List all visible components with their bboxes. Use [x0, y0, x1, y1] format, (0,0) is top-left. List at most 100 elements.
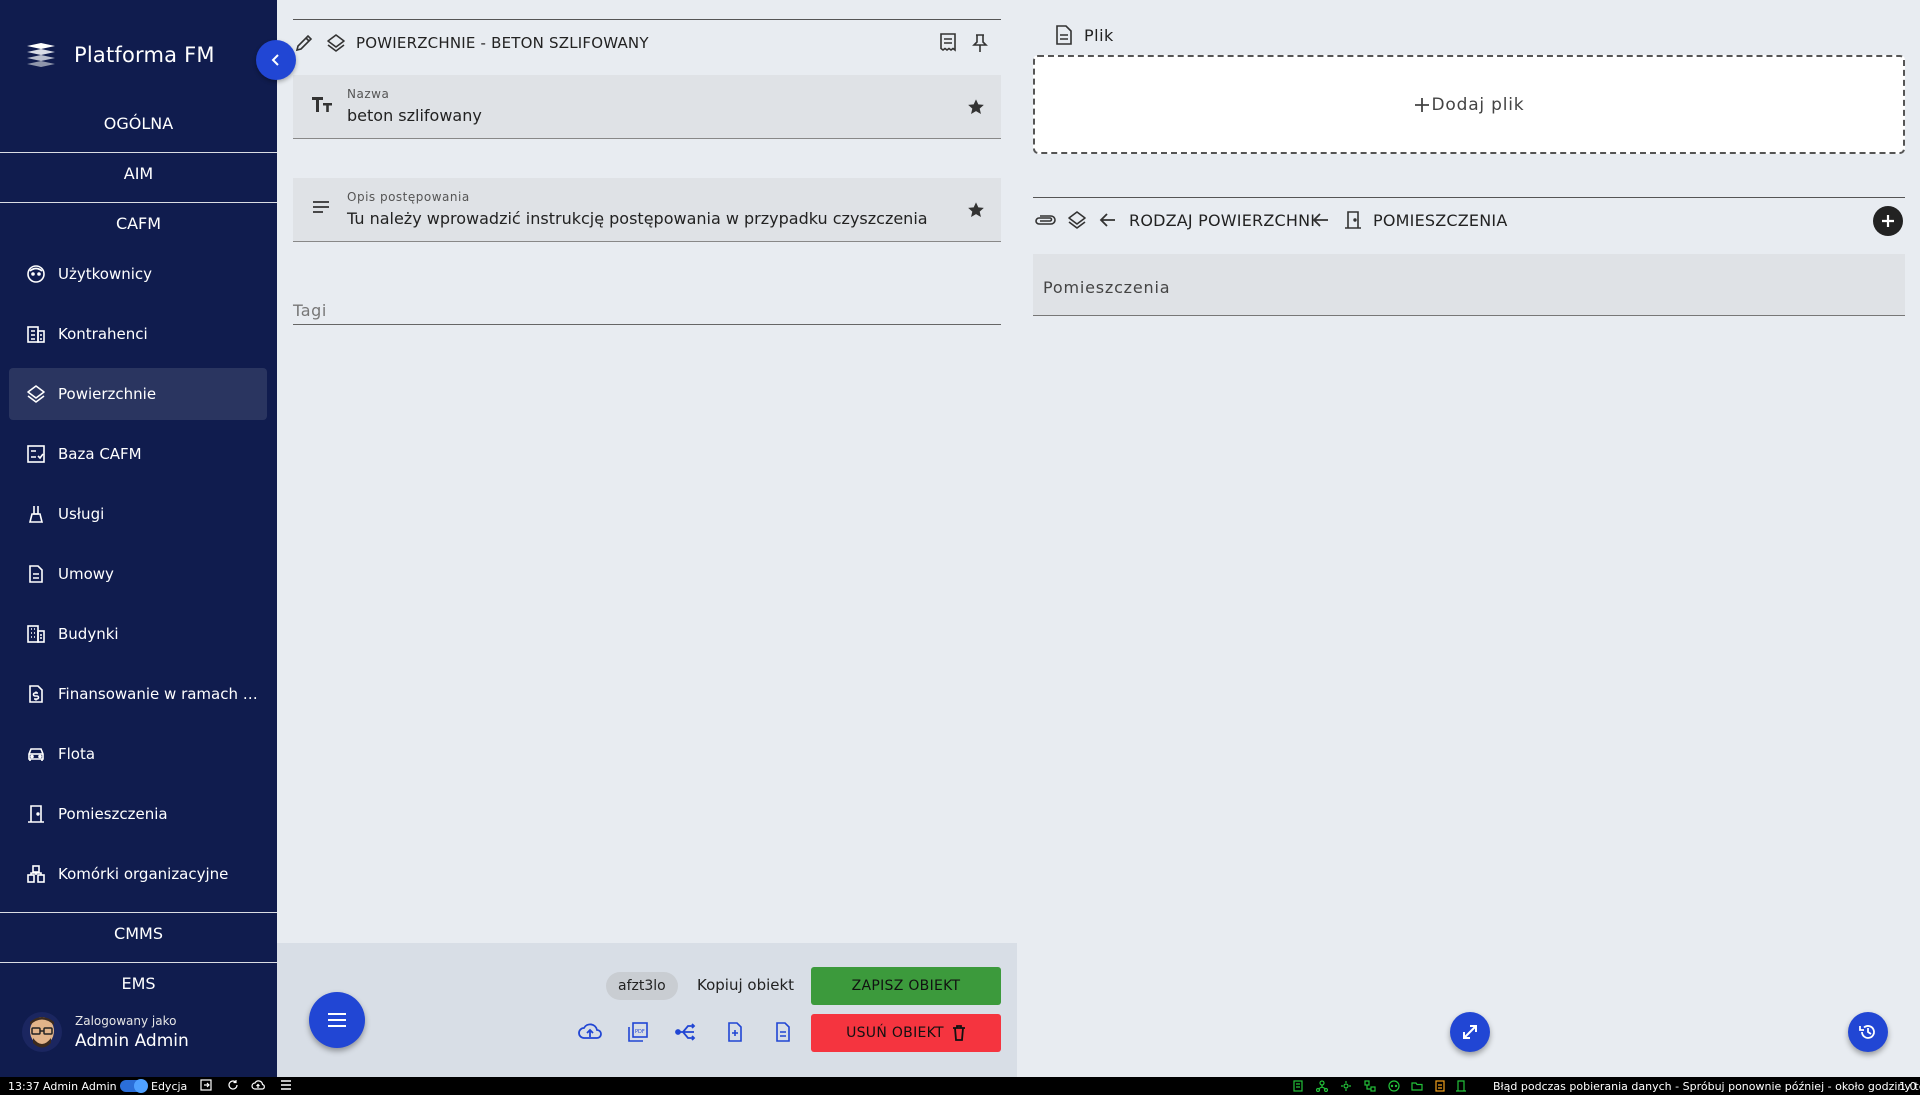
- chevron-left-icon: [269, 53, 283, 67]
- rooms-panel-label: Pomieszczenia: [1043, 278, 1171, 297]
- refresh-icon[interactable]: [227, 1079, 239, 1091]
- sidebar-item-komorki[interactable]: Komórki organizacyjne: [9, 848, 267, 900]
- edit-mode-toggle[interactable]: [120, 1079, 148, 1093]
- sidebar-item-uslugi[interactable]: Usługi: [9, 488, 267, 540]
- section-ems[interactable]: EMS: [0, 974, 277, 993]
- status-error: Błąd podczas pobierania danych - Spróbuj…: [1493, 1080, 1920, 1093]
- save-button-label: ZAPISZ OBIEKT: [851, 978, 961, 994]
- logout-icon[interactable]: [200, 1079, 212, 1091]
- breadcrumb-pomieszczenia[interactable]: POMIESZCZENIA: [1373, 211, 1507, 230]
- dollar-document-icon: [26, 684, 46, 704]
- procedure-field[interactable]: Opis postępowania Tu należy wprowadzić i…: [293, 178, 1001, 242]
- sidebar-item-kontrahenci[interactable]: Kontrahenci: [9, 308, 267, 360]
- cloud-upload-icon[interactable]: [578, 1022, 602, 1042]
- add-file-label: Dodaj plik: [1431, 94, 1525, 115]
- breadcrumb-rodzaj-powierzchni[interactable]: RODZAJ POWIERZCHNI: [1129, 211, 1315, 230]
- save-button[interactable]: ZAPISZ OBIEKT: [811, 967, 1001, 1005]
- divider: [0, 202, 277, 203]
- door-icon: [26, 804, 46, 824]
- tags-input[interactable]: Tagi: [293, 293, 1001, 325]
- sidebar-item-finansowanie[interactable]: Finansowanie w ramach p...: [9, 668, 267, 720]
- menu-icon[interactable]: [280, 1079, 292, 1091]
- cloud-sync-icon[interactable]: [251, 1079, 265, 1091]
- expand-button[interactable]: [1450, 1012, 1490, 1052]
- share-tree-icon[interactable]: [675, 1022, 697, 1042]
- attachment-icon[interactable]: [1033, 210, 1057, 230]
- file-icon: [1055, 25, 1073, 45]
- status-indicator-icon: [1455, 1080, 1467, 1092]
- sidebar-item-budynki[interactable]: Budynki: [9, 608, 267, 660]
- section-cafm[interactable]: CAFM: [0, 214, 277, 233]
- history-button[interactable]: [1848, 1012, 1888, 1052]
- layers-icon: [26, 384, 46, 404]
- receipt-icon[interactable]: [938, 32, 958, 52]
- avatar: [20, 1010, 64, 1054]
- divider: [1033, 197, 1905, 198]
- plus-icon: [1881, 214, 1895, 228]
- layers-icon: [1067, 210, 1087, 230]
- face-icon: [26, 264, 46, 284]
- brand[interactable]: Platforma FM: [24, 42, 215, 68]
- sidebar-item-baza-cafm[interactable]: Baza CAFM: [9, 428, 267, 480]
- add-relation-button[interactable]: [1873, 206, 1903, 236]
- field-value[interactable]: beton szlifowany: [347, 106, 482, 125]
- status-time: 13:37: [8, 1080, 40, 1093]
- building-list-icon: [26, 324, 46, 344]
- arrow-left-icon[interactable]: [1312, 211, 1330, 229]
- main-content: POWIERZCHNIE - BETON SZLIFOWANY Nazwa be…: [277, 0, 1920, 1077]
- document-icon: [26, 564, 46, 584]
- star-icon[interactable]: [967, 98, 985, 116]
- status-version: 1.0: [1899, 1080, 1917, 1093]
- status-indicator-icon: [1434, 1080, 1446, 1092]
- name-field[interactable]: Nazwa beton szlifowany: [293, 75, 1001, 139]
- document-icon[interactable]: [773, 1022, 793, 1042]
- user-name: Admin Admin: [75, 1030, 189, 1051]
- expand-icon: [1461, 1023, 1479, 1041]
- layers-icon: [326, 33, 346, 53]
- star-icon[interactable]: [967, 201, 985, 219]
- section-ogolna[interactable]: OGÓLNA: [0, 114, 277, 133]
- tags-label: Tagi: [293, 301, 327, 320]
- files-label: Plik: [1084, 26, 1114, 45]
- sidebar-item-flota[interactable]: Flota: [9, 728, 267, 780]
- checklist-icon: [26, 444, 46, 464]
- object-id-chip: afzt3lo: [606, 972, 678, 1000]
- user-info[interactable]: Zalogowany jako Admin Admin: [20, 1010, 189, 1054]
- sidebar-item-uzytkownicy[interactable]: Użytkownicy: [9, 248, 267, 300]
- car-icon: [26, 744, 46, 764]
- sidebar-item-powierzchnie[interactable]: Powierzchnie: [9, 368, 267, 420]
- arrow-left-icon[interactable]: [1099, 211, 1117, 229]
- delete-button-label: USUŃ OBIEKT: [846, 1025, 944, 1041]
- sidebar-item-label: Komórki organizacyjne: [58, 865, 229, 883]
- trash-icon: [952, 1025, 966, 1041]
- add-file-dropzone[interactable]: Dodaj plik: [1033, 55, 1905, 154]
- door-icon: [1343, 210, 1363, 230]
- status-indicator-icon: [1316, 1080, 1328, 1092]
- menu-icon: [327, 1012, 347, 1028]
- editor-footer: afzt3lo Kopiuj obiekt ZAPISZ OBIEKT USUŃ…: [277, 943, 1017, 1077]
- logo-icon: [24, 42, 58, 68]
- rooms-panel[interactable]: Pomieszczenia: [1033, 254, 1905, 316]
- svg-text:PDF: PDF: [635, 1029, 645, 1035]
- edit-icon[interactable]: [294, 33, 314, 53]
- section-cmms[interactable]: CMMS: [0, 924, 277, 943]
- sidebar-item-label: Umowy: [58, 565, 114, 583]
- sidebar-item-label: Flota: [58, 745, 96, 763]
- section-aim[interactable]: AIM: [0, 164, 277, 183]
- field-value[interactable]: Tu należy wprowadzić instrukcję postępow…: [347, 209, 928, 228]
- menu-fab-button[interactable]: [309, 992, 365, 1048]
- copy-object-button[interactable]: Kopiuj obiekt: [697, 976, 794, 994]
- divider: [0, 152, 277, 153]
- logged-as-label: Zalogowany jako: [75, 1013, 177, 1028]
- page-title: POWIERZCHNIE - BETON SZLIFOWANY: [356, 34, 649, 52]
- pdf-icon[interactable]: PDF: [628, 1022, 648, 1042]
- collapse-sidebar-button[interactable]: [256, 40, 296, 80]
- add-document-icon[interactable]: [725, 1022, 745, 1042]
- status-indicator-icon: [1292, 1080, 1304, 1092]
- delete-button[interactable]: USUŃ OBIEKT: [811, 1014, 1001, 1052]
- pin-icon[interactable]: [970, 33, 990, 53]
- sidebar-item-umowy[interactable]: Umowy: [9, 548, 267, 600]
- history-icon: [1858, 1022, 1878, 1042]
- status-mode: Edycja: [151, 1080, 188, 1093]
- sidebar-item-pomieszczenia[interactable]: Pomieszczenia: [9, 788, 267, 840]
